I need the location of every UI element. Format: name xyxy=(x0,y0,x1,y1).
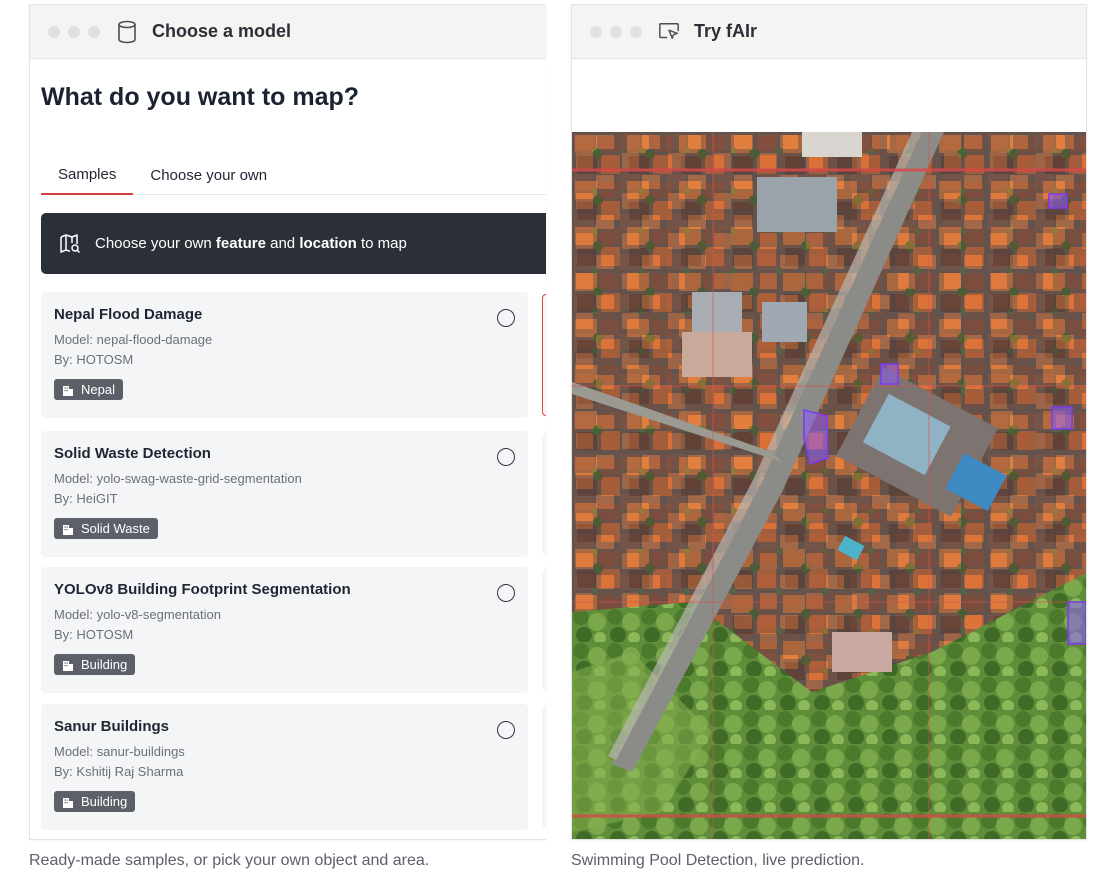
database-icon xyxy=(116,20,138,44)
card-tag-label: Building xyxy=(81,657,128,672)
minimize-dot[interactable] xyxy=(68,25,80,38)
card-radio[interactable] xyxy=(497,721,515,739)
page-title: What do you want to map? xyxy=(41,83,360,111)
window-titlebar: Choose a model xyxy=(30,5,546,59)
adjacent-card-peek[interactable] xyxy=(542,433,546,555)
banner-text: Choose your own feature and location to … xyxy=(95,235,407,252)
banner-prefix: Choose your own xyxy=(95,235,216,252)
model-card[interactable]: Nepal Flood Damage Model: nepal-flood-da… xyxy=(41,292,528,418)
close-dot[interactable] xyxy=(48,25,60,38)
choose-model-window: Choose a model What do you want to map? … xyxy=(29,4,546,840)
card-title: YOLOv8 Building Footprint Segmentation xyxy=(54,581,351,598)
adjacent-card-peek[interactable] xyxy=(542,706,546,828)
card-author: By: HOTOSM xyxy=(54,352,134,367)
building-icon xyxy=(62,796,74,808)
card-title: Solid Waste Detection xyxy=(54,445,211,462)
window-title: Choose a model xyxy=(152,21,292,41)
card-title: Nepal Flood Damage xyxy=(54,306,203,323)
close-dot[interactable] xyxy=(590,25,602,38)
try-fair-window: Try fAIr xyxy=(571,4,1087,840)
window-controls xyxy=(590,25,642,38)
card-radio[interactable] xyxy=(497,309,515,327)
model-card[interactable]: Solid Waste Detection Model: yolo-swag-w… xyxy=(41,431,528,557)
card-tag: Building xyxy=(54,654,136,675)
left-caption: Ready-made samples, or pick your own obj… xyxy=(29,852,430,869)
card-radio[interactable] xyxy=(497,584,515,602)
window-controls xyxy=(48,25,100,38)
banner-feature: feature xyxy=(215,235,266,252)
window-title: Try fAIr xyxy=(694,21,758,41)
choose-own-banner[interactable]: Choose your own feature and location to … xyxy=(41,213,546,274)
maximize-dot[interactable] xyxy=(88,25,100,38)
adjacent-card-peek[interactable] xyxy=(542,294,546,416)
card-author: By: HeiGIT xyxy=(54,491,118,506)
minimize-dot[interactable] xyxy=(610,25,622,38)
card-tag: Solid Waste xyxy=(54,518,158,539)
building-icon xyxy=(62,659,74,671)
right-caption: Swimming Pool Detection, live prediction… xyxy=(571,852,865,869)
card-author: By: HOTOSM xyxy=(54,627,134,642)
banner-and: and xyxy=(265,235,300,252)
window-titlebar: Try fAIr xyxy=(572,5,1086,59)
aerial-imagery xyxy=(572,132,1086,839)
map-search-icon xyxy=(59,233,81,255)
banner-suffix: to map xyxy=(356,235,407,252)
card-model: Model: yolo-v8-segmentation xyxy=(54,607,221,622)
maximize-dot[interactable] xyxy=(630,25,642,38)
card-model: Model: sanur-buildings xyxy=(54,744,185,759)
card-model: Model: nepal-flood-damage xyxy=(54,332,213,347)
banner-location: location xyxy=(299,235,357,252)
model-card[interactable]: Sanur Buildings Model: sanur-buildings B… xyxy=(41,704,528,830)
card-tag: Nepal xyxy=(54,379,123,400)
card-tag-label: Solid Waste xyxy=(81,521,150,536)
adjacent-card-peek[interactable] xyxy=(542,569,546,691)
building-icon xyxy=(62,523,74,535)
card-title: Sanur Buildings xyxy=(54,718,170,735)
model-card[interactable]: YOLOv8 Building Footprint Segmentation M… xyxy=(41,567,528,693)
card-tag-label: Building xyxy=(81,794,128,809)
cursor-monitor-icon xyxy=(658,20,680,44)
card-tag: Building xyxy=(54,791,136,812)
card-model: Model: yolo-swag-waste-grid-segmentation xyxy=(54,471,302,486)
card-author: By: Kshitij Raj Sharma xyxy=(54,764,184,779)
tab-bar: Samples Choose your own xyxy=(41,155,546,195)
building-icon xyxy=(62,384,74,396)
tab-choose-your-own[interactable]: Choose your own xyxy=(133,155,284,195)
card-radio[interactable] xyxy=(497,448,515,466)
card-tag-label: Nepal xyxy=(81,382,115,397)
prediction-map[interactable] xyxy=(572,132,1086,839)
tab-samples[interactable]: Samples xyxy=(41,155,134,195)
